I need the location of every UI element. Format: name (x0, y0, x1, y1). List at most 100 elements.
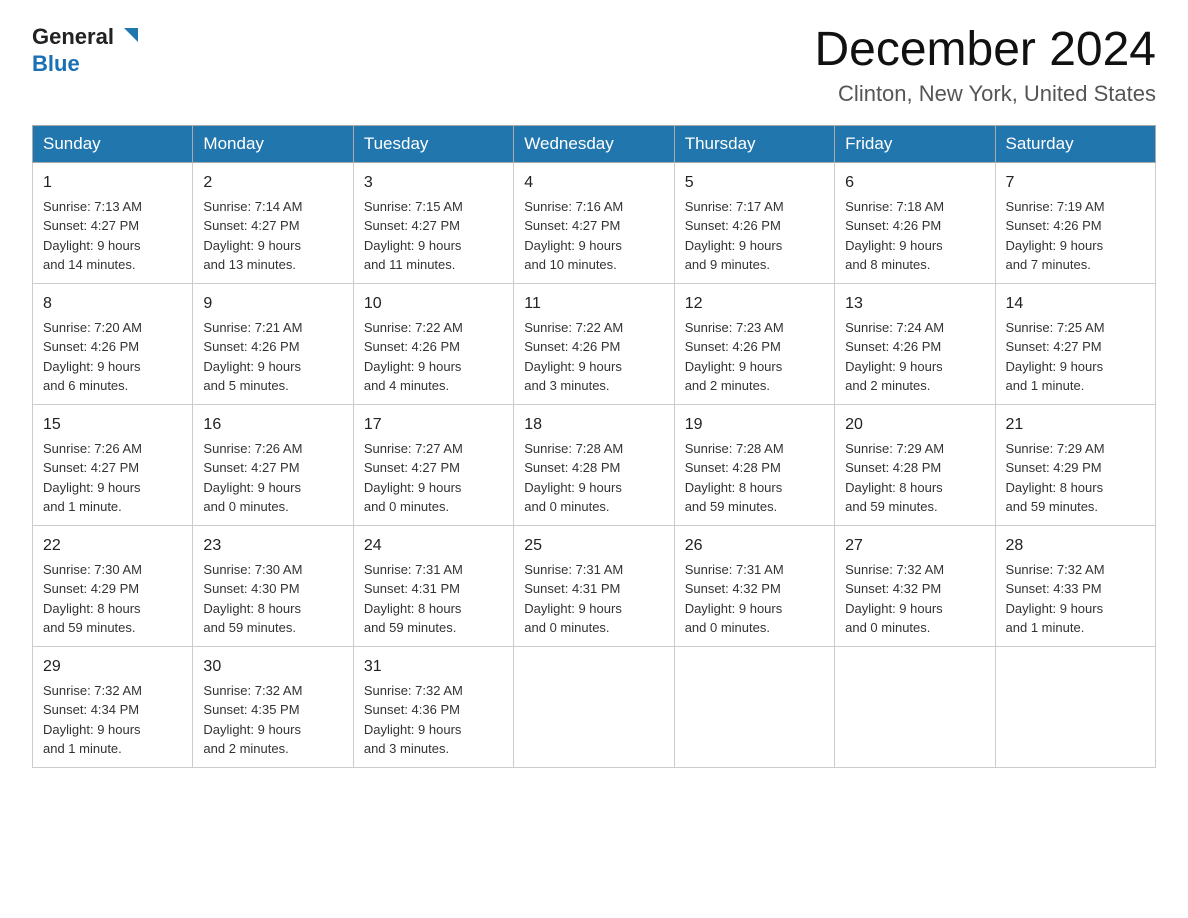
week-row: 29 Sunrise: 7:32 AM Sunset: 4:34 PM Dayli… (33, 646, 1156, 767)
calendar-cell: 20Sunrise: 7:29 AM Sunset: 4:28 PM Dayli… (835, 404, 995, 525)
day-number: 8 (43, 292, 182, 316)
logo-triangle-icon (118, 24, 140, 46)
day-info: Sunrise: 7:32 AM Sunset: 4:33 PM Dayligh… (1006, 562, 1105, 636)
calendar-cell: 6 Sunrise: 7:18 AM Sunset: 4:26 PM Daylig… (835, 162, 995, 283)
day-info: Sunrise: 7:22 AM Sunset: 4:26 PM Dayligh… (524, 320, 623, 394)
day-number: 16 (203, 413, 342, 437)
calendar-cell: 14 Sunrise: 7:25 AM Sunset: 4:27 PM Dayli… (995, 283, 1155, 404)
calendar-cell: 7Sunrise: 7:19 AM Sunset: 4:26 PM Daylig… (995, 162, 1155, 283)
day-info: Sunrise: 7:31 AM Sunset: 4:31 PM Dayligh… (524, 562, 623, 636)
day-info: Sunrise: 7:15 AM Sunset: 4:27 PM Dayligh… (364, 199, 463, 273)
day-of-week-header: Sunday (33, 125, 193, 162)
calendar-cell: 18Sunrise: 7:28 AM Sunset: 4:28 PM Dayli… (514, 404, 674, 525)
calendar-cell: 10 Sunrise: 7:22 AM Sunset: 4:26 PM Dayli… (353, 283, 513, 404)
day-number: 2 (203, 171, 342, 195)
day-number: 19 (685, 413, 824, 437)
day-number: 9 (203, 292, 342, 316)
day-info: Sunrise: 7:30 AM Sunset: 4:30 PM Dayligh… (203, 562, 302, 636)
day-info: Sunrise: 7:14 AM Sunset: 4:27 PM Dayligh… (203, 199, 302, 273)
day-number: 30 (203, 655, 342, 679)
calendar-cell: 13 Sunrise: 7:24 AM Sunset: 4:26 PM Dayli… (835, 283, 995, 404)
day-number: 28 (1006, 534, 1145, 558)
calendar-cell: 21 Sunrise: 7:29 AM Sunset: 4:29 PM Dayli… (995, 404, 1155, 525)
days-of-week-row: SundayMondayTuesdayWednesdayThursdayFrid… (33, 125, 1156, 162)
day-info: Sunrise: 7:30 AM Sunset: 4:29 PM Dayligh… (43, 562, 142, 636)
day-number: 23 (203, 534, 342, 558)
day-number: 31 (364, 655, 503, 679)
calendar-cell: 12 Sunrise: 7:23 AM Sunset: 4:26 PM Dayli… (674, 283, 834, 404)
calendar-cell: 24 Sunrise: 7:31 AM Sunset: 4:31 PM Dayli… (353, 525, 513, 646)
day-info: Sunrise: 7:31 AM Sunset: 4:32 PM Dayligh… (685, 562, 784, 636)
day-of-week-header: Thursday (674, 125, 834, 162)
day-info: Sunrise: 7:26 AM Sunset: 4:27 PM Dayligh… (43, 441, 142, 515)
day-number: 27 (845, 534, 984, 558)
calendar-cell: 8 Sunrise: 7:20 AM Sunset: 4:26 PM Daylig… (33, 283, 193, 404)
day-info: Sunrise: 7:26 AM Sunset: 4:27 PM Dayligh… (203, 441, 302, 515)
day-of-week-header: Saturday (995, 125, 1155, 162)
calendar-cell: 23 Sunrise: 7:30 AM Sunset: 4:30 PM Dayli… (193, 525, 353, 646)
day-info: Sunrise: 7:13 AM Sunset: 4:27 PM Dayligh… (43, 199, 142, 273)
day-info: Sunrise: 7:21 AM Sunset: 4:26 PM Dayligh… (203, 320, 302, 394)
day-number: 29 (43, 655, 182, 679)
day-info: Sunrise: 7:32 AM Sunset: 4:36 PM Dayligh… (364, 683, 463, 757)
logo-general: General (32, 25, 114, 49)
calendar-cell: 27 Sunrise: 7:32 AM Sunset: 4:32 PM Dayli… (835, 525, 995, 646)
day-info: Sunrise: 7:32 AM Sunset: 4:32 PM Dayligh… (845, 562, 944, 636)
calendar-cell (835, 646, 995, 767)
day-info: Sunrise: 7:31 AM Sunset: 4:31 PM Dayligh… (364, 562, 463, 636)
logo-blue: Blue (32, 51, 80, 77)
subtitle: Clinton, New York, United States (814, 81, 1156, 107)
calendar-cell: 16 Sunrise: 7:26 AM Sunset: 4:27 PM Dayli… (193, 404, 353, 525)
day-number: 21 (1006, 413, 1145, 437)
day-info: Sunrise: 7:32 AM Sunset: 4:35 PM Dayligh… (203, 683, 302, 757)
logo: General Blue (32, 24, 140, 77)
day-number: 18 (524, 413, 663, 437)
calendar-cell: 22Sunrise: 7:30 AM Sunset: 4:29 PM Dayli… (33, 525, 193, 646)
calendar-cell: 1 Sunrise: 7:13 AM Sunset: 4:27 PM Daylig… (33, 162, 193, 283)
day-of-week-header: Monday (193, 125, 353, 162)
week-row: 1 Sunrise: 7:13 AM Sunset: 4:27 PM Daylig… (33, 162, 1156, 283)
day-number: 15 (43, 413, 182, 437)
day-number: 17 (364, 413, 503, 437)
day-of-week-header: Tuesday (353, 125, 513, 162)
day-number: 25 (524, 534, 663, 558)
day-info: Sunrise: 7:23 AM Sunset: 4:26 PM Dayligh… (685, 320, 784, 394)
calendar-cell: 17Sunrise: 7:27 AM Sunset: 4:27 PM Dayli… (353, 404, 513, 525)
day-number: 12 (685, 292, 824, 316)
calendar-cell: 29 Sunrise: 7:32 AM Sunset: 4:34 PM Dayli… (33, 646, 193, 767)
week-row: 15 Sunrise: 7:26 AM Sunset: 4:27 PM Dayli… (33, 404, 1156, 525)
calendar-cell: 4 Sunrise: 7:16 AM Sunset: 4:27 PM Daylig… (514, 162, 674, 283)
day-of-week-header: Friday (835, 125, 995, 162)
calendar-cell: 28 Sunrise: 7:32 AM Sunset: 4:33 PM Dayli… (995, 525, 1155, 646)
day-number: 5 (685, 171, 824, 195)
day-number: 13 (845, 292, 984, 316)
day-info: Sunrise: 7:16 AM Sunset: 4:27 PM Dayligh… (524, 199, 623, 273)
day-number: 11 (524, 292, 663, 316)
day-info: Sunrise: 7:20 AM Sunset: 4:26 PM Dayligh… (43, 320, 142, 394)
day-info: Sunrise: 7:22 AM Sunset: 4:26 PM Dayligh… (364, 320, 463, 394)
main-title: December 2024 (814, 24, 1156, 77)
day-info: Sunrise: 7:28 AM Sunset: 4:28 PM Dayligh… (685, 441, 784, 515)
title-area: December 2024 Clinton, New York, United … (814, 24, 1156, 107)
day-info: Sunrise: 7:18 AM Sunset: 4:26 PM Dayligh… (845, 199, 944, 273)
day-number: 10 (364, 292, 503, 316)
calendar-cell: 11 Sunrise: 7:22 AM Sunset: 4:26 PM Dayli… (514, 283, 674, 404)
calendar-cell (674, 646, 834, 767)
day-info: Sunrise: 7:29 AM Sunset: 4:29 PM Dayligh… (1006, 441, 1105, 515)
day-info: Sunrise: 7:19 AM Sunset: 4:26 PM Dayligh… (1006, 199, 1105, 273)
day-info: Sunrise: 7:24 AM Sunset: 4:26 PM Dayligh… (845, 320, 944, 394)
day-info: Sunrise: 7:29 AM Sunset: 4:28 PM Dayligh… (845, 441, 944, 515)
calendar-header: SundayMondayTuesdayWednesdayThursdayFrid… (33, 125, 1156, 162)
day-info: Sunrise: 7:32 AM Sunset: 4:34 PM Dayligh… (43, 683, 142, 757)
day-info: Sunrise: 7:25 AM Sunset: 4:27 PM Dayligh… (1006, 320, 1105, 394)
calendar-cell: 9 Sunrise: 7:21 AM Sunset: 4:26 PM Daylig… (193, 283, 353, 404)
day-number: 1 (43, 171, 182, 195)
day-of-week-header: Wednesday (514, 125, 674, 162)
week-row: 22Sunrise: 7:30 AM Sunset: 4:29 PM Dayli… (33, 525, 1156, 646)
calendar-body: 1 Sunrise: 7:13 AM Sunset: 4:27 PM Daylig… (33, 162, 1156, 767)
calendar-cell: 31 Sunrise: 7:32 AM Sunset: 4:36 PM Dayli… (353, 646, 513, 767)
day-number: 4 (524, 171, 663, 195)
day-number: 24 (364, 534, 503, 558)
day-number: 6 (845, 171, 984, 195)
day-number: 14 (1006, 292, 1145, 316)
